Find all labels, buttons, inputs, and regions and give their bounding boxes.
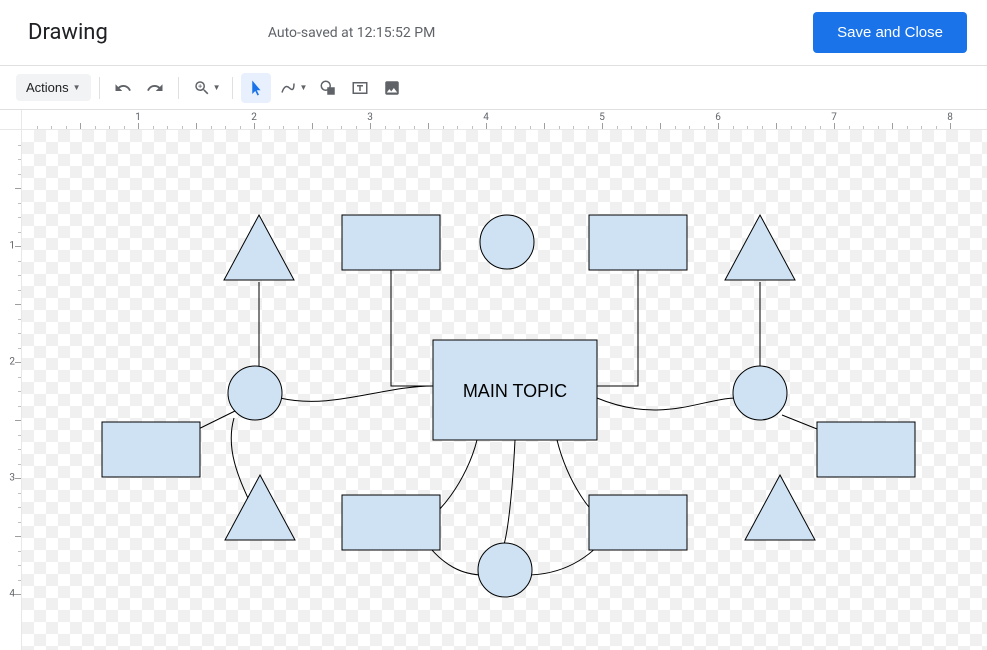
- chevron-down-icon: ▼: [299, 83, 307, 92]
- textbox-tool-button[interactable]: [345, 73, 375, 103]
- image-tool-button[interactable]: [377, 73, 407, 103]
- ruler-label: 8: [947, 112, 953, 123]
- shape-icon: [319, 79, 337, 97]
- separator: [99, 77, 100, 99]
- ruler-label: 7: [831, 112, 837, 123]
- ruler-label: 3: [9, 473, 15, 484]
- undo-icon: [114, 79, 132, 97]
- zoom-icon: [193, 79, 211, 97]
- vertical-ruler[interactable]: 1 2 3 4: [0, 130, 22, 650]
- drawing-canvas[interactable]: MAIN TOPIC: [22, 130, 987, 650]
- ruler-label: 2: [251, 112, 257, 123]
- shape-circle[interactable]: [733, 366, 787, 420]
- actions-menu-button[interactable]: Actions ▼: [16, 74, 91, 101]
- header: Drawing Auto-saved at 12:15:52 PM Save a…: [0, 0, 987, 66]
- ruler-label: 4: [9, 589, 15, 600]
- main-topic-text[interactable]: MAIN TOPIC: [463, 381, 567, 401]
- connector[interactable]: [391, 265, 433, 386]
- ruler-label: 4: [483, 112, 489, 123]
- shape-rect[interactable]: [589, 215, 687, 270]
- separator: [178, 77, 179, 99]
- chevron-down-icon: ▼: [73, 83, 81, 92]
- shape-rect[interactable]: [342, 495, 440, 550]
- undo-button[interactable]: [108, 73, 138, 103]
- separator: [232, 77, 233, 99]
- shape-rect[interactable]: [589, 495, 687, 550]
- shape-circle[interactable]: [478, 543, 532, 597]
- textbox-icon: [351, 79, 369, 97]
- actions-label: Actions: [26, 80, 69, 95]
- connector[interactable]: [280, 386, 433, 401]
- ruler-label: 2: [9, 357, 15, 368]
- shape-circle[interactable]: [228, 366, 282, 420]
- shape-triangle[interactable]: [745, 475, 815, 540]
- ruler-label: 1: [135, 112, 141, 123]
- page-title: Drawing: [28, 20, 108, 45]
- save-close-button[interactable]: Save and Close: [813, 12, 967, 53]
- zoom-button[interactable]: ▼: [187, 73, 225, 103]
- shape-triangle[interactable]: [224, 215, 294, 280]
- redo-button[interactable]: [140, 73, 170, 103]
- shape-triangle[interactable]: [725, 215, 795, 280]
- ruler-corner: [0, 110, 22, 130]
- shape-tool-button[interactable]: [313, 73, 343, 103]
- image-icon: [383, 79, 401, 97]
- ruler-label: 5: [599, 112, 605, 123]
- ruler-label: 1: [9, 241, 15, 252]
- select-tool-button[interactable]: [241, 73, 271, 103]
- ruler-label: 3: [367, 112, 373, 123]
- line-icon: [279, 79, 297, 97]
- shape-rect[interactable]: [342, 215, 440, 270]
- shape-rect[interactable]: [817, 422, 915, 477]
- horizontal-ruler[interactable]: 1 2 3 4 5 6 7 8: [22, 110, 987, 130]
- chevron-down-icon: ▼: [213, 83, 221, 92]
- connector[interactable]: [597, 265, 638, 386]
- shape-rect[interactable]: [102, 422, 200, 477]
- cursor-icon: [247, 79, 265, 97]
- line-tool-button[interactable]: ▼: [273, 73, 311, 103]
- connector[interactable]: [502, 440, 515, 550]
- shape-circle[interactable]: [480, 215, 534, 269]
- toolbar: Actions ▼ ▼ ▼: [0, 66, 987, 110]
- redo-icon: [146, 79, 164, 97]
- autosave-status: Auto-saved at 12:15:52 PM: [268, 25, 813, 41]
- shape-triangle[interactable]: [225, 475, 295, 540]
- connector[interactable]: [597, 398, 737, 410]
- ruler-label: 6: [715, 112, 721, 123]
